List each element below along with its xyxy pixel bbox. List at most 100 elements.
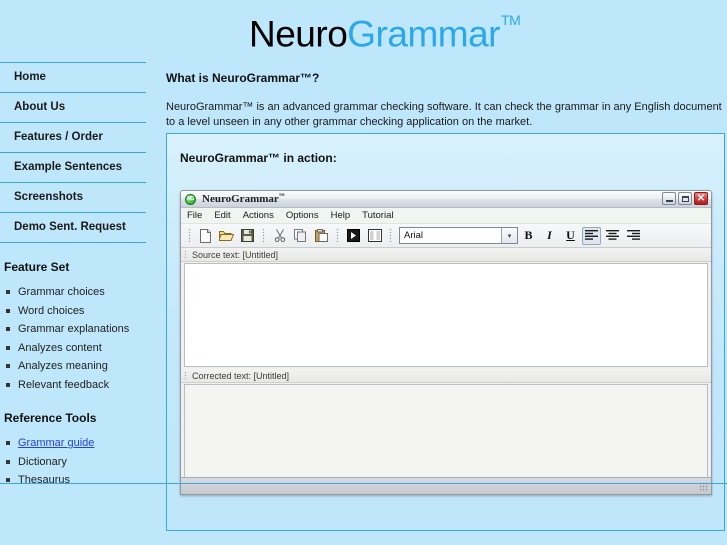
sidebar-item-about-us[interactable]: About Us: [0, 92, 146, 122]
pane-grip[interactable]: [184, 250, 187, 259]
corrected-text-label-bar: Corrected text: [Untitled]: [181, 369, 711, 383]
bold-button[interactable]: B: [519, 228, 538, 243]
feature-set-list: Grammar choices Word choices Grammar exp…: [2, 283, 146, 394]
window-controls: ✕: [662, 192, 708, 205]
logo-trademark: TM: [501, 12, 521, 28]
toolbar-grip[interactable]: [336, 228, 339, 243]
sidebar: Home About Us Features / Order Example S…: [0, 62, 146, 490]
feature-label: Grammar explanations: [18, 323, 130, 335]
menu-tutorial[interactable]: Tutorial: [362, 210, 393, 221]
check-grammar-icon[interactable]: [344, 227, 363, 245]
sidebar-item-screenshots[interactable]: Screenshots: [0, 182, 146, 212]
logo-text-secondary: Grammar: [347, 13, 501, 55]
app-logo-icon: NG: [185, 193, 196, 205]
paste-icon[interactable]: [312, 227, 331, 245]
minimize-icon[interactable]: [662, 192, 676, 205]
sidebar-item-example-sentences[interactable]: Example Sentences: [0, 152, 146, 182]
open-folder-icon[interactable]: [217, 227, 236, 245]
app-statusbar: [181, 477, 711, 494]
app-toolbar: Arial ▾ B I U: [181, 224, 711, 248]
bullet-icon: [6, 327, 10, 331]
sidebar-item-home[interactable]: Home: [0, 62, 146, 92]
bullet-icon: [6, 459, 10, 464]
reference-label-dictionary: Dictionary: [18, 455, 67, 468]
feature-label: Analyzes content: [18, 341, 102, 354]
align-left-icon[interactable]: [582, 226, 601, 245]
source-text-label: Source text: [Untitled]: [192, 249, 279, 260]
list-item: Analyzes content: [2, 339, 146, 358]
page-body: Home About Us Features / Order Example S…: [0, 62, 727, 545]
list-item: Dictionary: [2, 453, 146, 472]
toolbar-grip[interactable]: [262, 228, 265, 243]
demo-panel-title: NeuroGrammar™ in action:: [180, 151, 337, 165]
app-title-trademark: ™: [278, 193, 285, 200]
sidebar-nav: Home About Us Features / Order Example S…: [0, 62, 146, 243]
logo-text-primary: Neuro: [249, 13, 348, 55]
menu-actions[interactable]: Actions: [243, 210, 274, 221]
feature-label: Word choices: [18, 304, 85, 317]
app-menubar: File Edit Actions Options Help Tutorial: [181, 208, 711, 224]
list-item: Grammar explanations: [2, 320, 146, 339]
list-item: Grammar guide: [2, 434, 146, 453]
bullet-icon: [6, 345, 10, 350]
split-view-icon[interactable]: [365, 227, 384, 245]
bullet-icon: [6, 364, 10, 368]
menu-file[interactable]: File: [187, 210, 202, 221]
feature-label: Relevant feedback: [18, 378, 110, 391]
chevron-down-icon[interactable]: ▾: [501, 228, 517, 243]
new-document-icon[interactable]: [196, 227, 215, 245]
source-text-editor[interactable]: [184, 263, 708, 367]
source-text-label-bar: Source text: [Untitled]: [181, 248, 711, 262]
app-titlebar: NG NeuroGrammar™ ✕: [181, 191, 711, 208]
app-window-title: NeuroGrammar™: [202, 193, 285, 205]
bullet-icon: [6, 308, 10, 313]
sidebar-item-demo-sent-request[interactable]: Demo Sent. Request: [0, 212, 146, 243]
corrected-text-label: Corrected text: [Untitled]: [192, 370, 290, 381]
reference-link-grammar-guide[interactable]: Grammar guide: [18, 437, 94, 449]
site-header: NeuroGrammarTM: [0, 0, 727, 62]
list-item: Grammar choices: [2, 283, 146, 302]
page-title: What is NeuroGrammar™?: [166, 71, 320, 85]
main-content: What is NeuroGrammar™? NeuroGrammar™ is …: [166, 62, 727, 531]
toolbar-grip[interactable]: [389, 228, 392, 243]
align-center-icon[interactable]: [603, 227, 622, 245]
reference-tools-section: Reference Tools Grammar guide Dictionary…: [0, 411, 146, 490]
bullet-icon: [6, 382, 10, 387]
italic-button[interactable]: I: [540, 228, 559, 243]
feature-set-title: Feature Set: [4, 260, 70, 274]
copy-icon[interactable]: [291, 227, 310, 245]
site-logo: NeuroGrammarTM: [249, 6, 521, 56]
pane-grip[interactable]: [184, 371, 187, 380]
list-item: Word choices: [2, 302, 146, 321]
font-family-value: Arial: [404, 230, 424, 241]
reference-tools-title: Reference Tools: [4, 411, 97, 425]
app-window-screenshot: NG NeuroGrammar™ ✕ File Edit Actions Opt…: [180, 190, 712, 495]
underline-button[interactable]: U: [561, 228, 580, 243]
app-title-text: NeuroGrammar: [202, 193, 279, 205]
bullet-icon: [6, 478, 10, 482]
bullet-icon: [6, 290, 10, 294]
feature-label: Grammar choices: [18, 286, 105, 298]
maximize-icon[interactable]: [678, 192, 692, 205]
menu-edit[interactable]: Edit: [214, 210, 230, 221]
sidebar-item-features-order[interactable]: Features / Order: [0, 122, 146, 152]
cut-icon[interactable]: [270, 227, 289, 245]
feature-set-section: Feature Set Grammar choices Word choices…: [0, 260, 146, 394]
intro-paragraph: NeuroGrammar™ is an advanced grammar che…: [166, 101, 722, 128]
align-right-icon[interactable]: [624, 227, 643, 245]
feature-label: Analyzes meaning: [18, 360, 108, 372]
list-item: Relevant feedback: [2, 376, 146, 395]
footer-divider: [0, 483, 727, 484]
reference-label-thesaurus: Thesaurus: [18, 474, 70, 486]
list-item: Thesaurus: [2, 471, 146, 490]
reference-tools-list: Grammar guide Dictionary Thesaurus: [2, 434, 146, 490]
demo-panel: NeuroGrammar™ in action: NG NeuroGrammar…: [166, 133, 725, 531]
menu-options[interactable]: Options: [286, 210, 319, 221]
list-item: Analyzes meaning: [2, 357, 146, 376]
save-icon[interactable]: [238, 227, 257, 245]
toolbar-grip[interactable]: [188, 228, 191, 243]
close-icon[interactable]: ✕: [694, 192, 708, 205]
bullet-icon: [6, 441, 10, 445]
menu-help[interactable]: Help: [331, 210, 351, 221]
font-family-select[interactable]: Arial ▾: [399, 227, 518, 244]
